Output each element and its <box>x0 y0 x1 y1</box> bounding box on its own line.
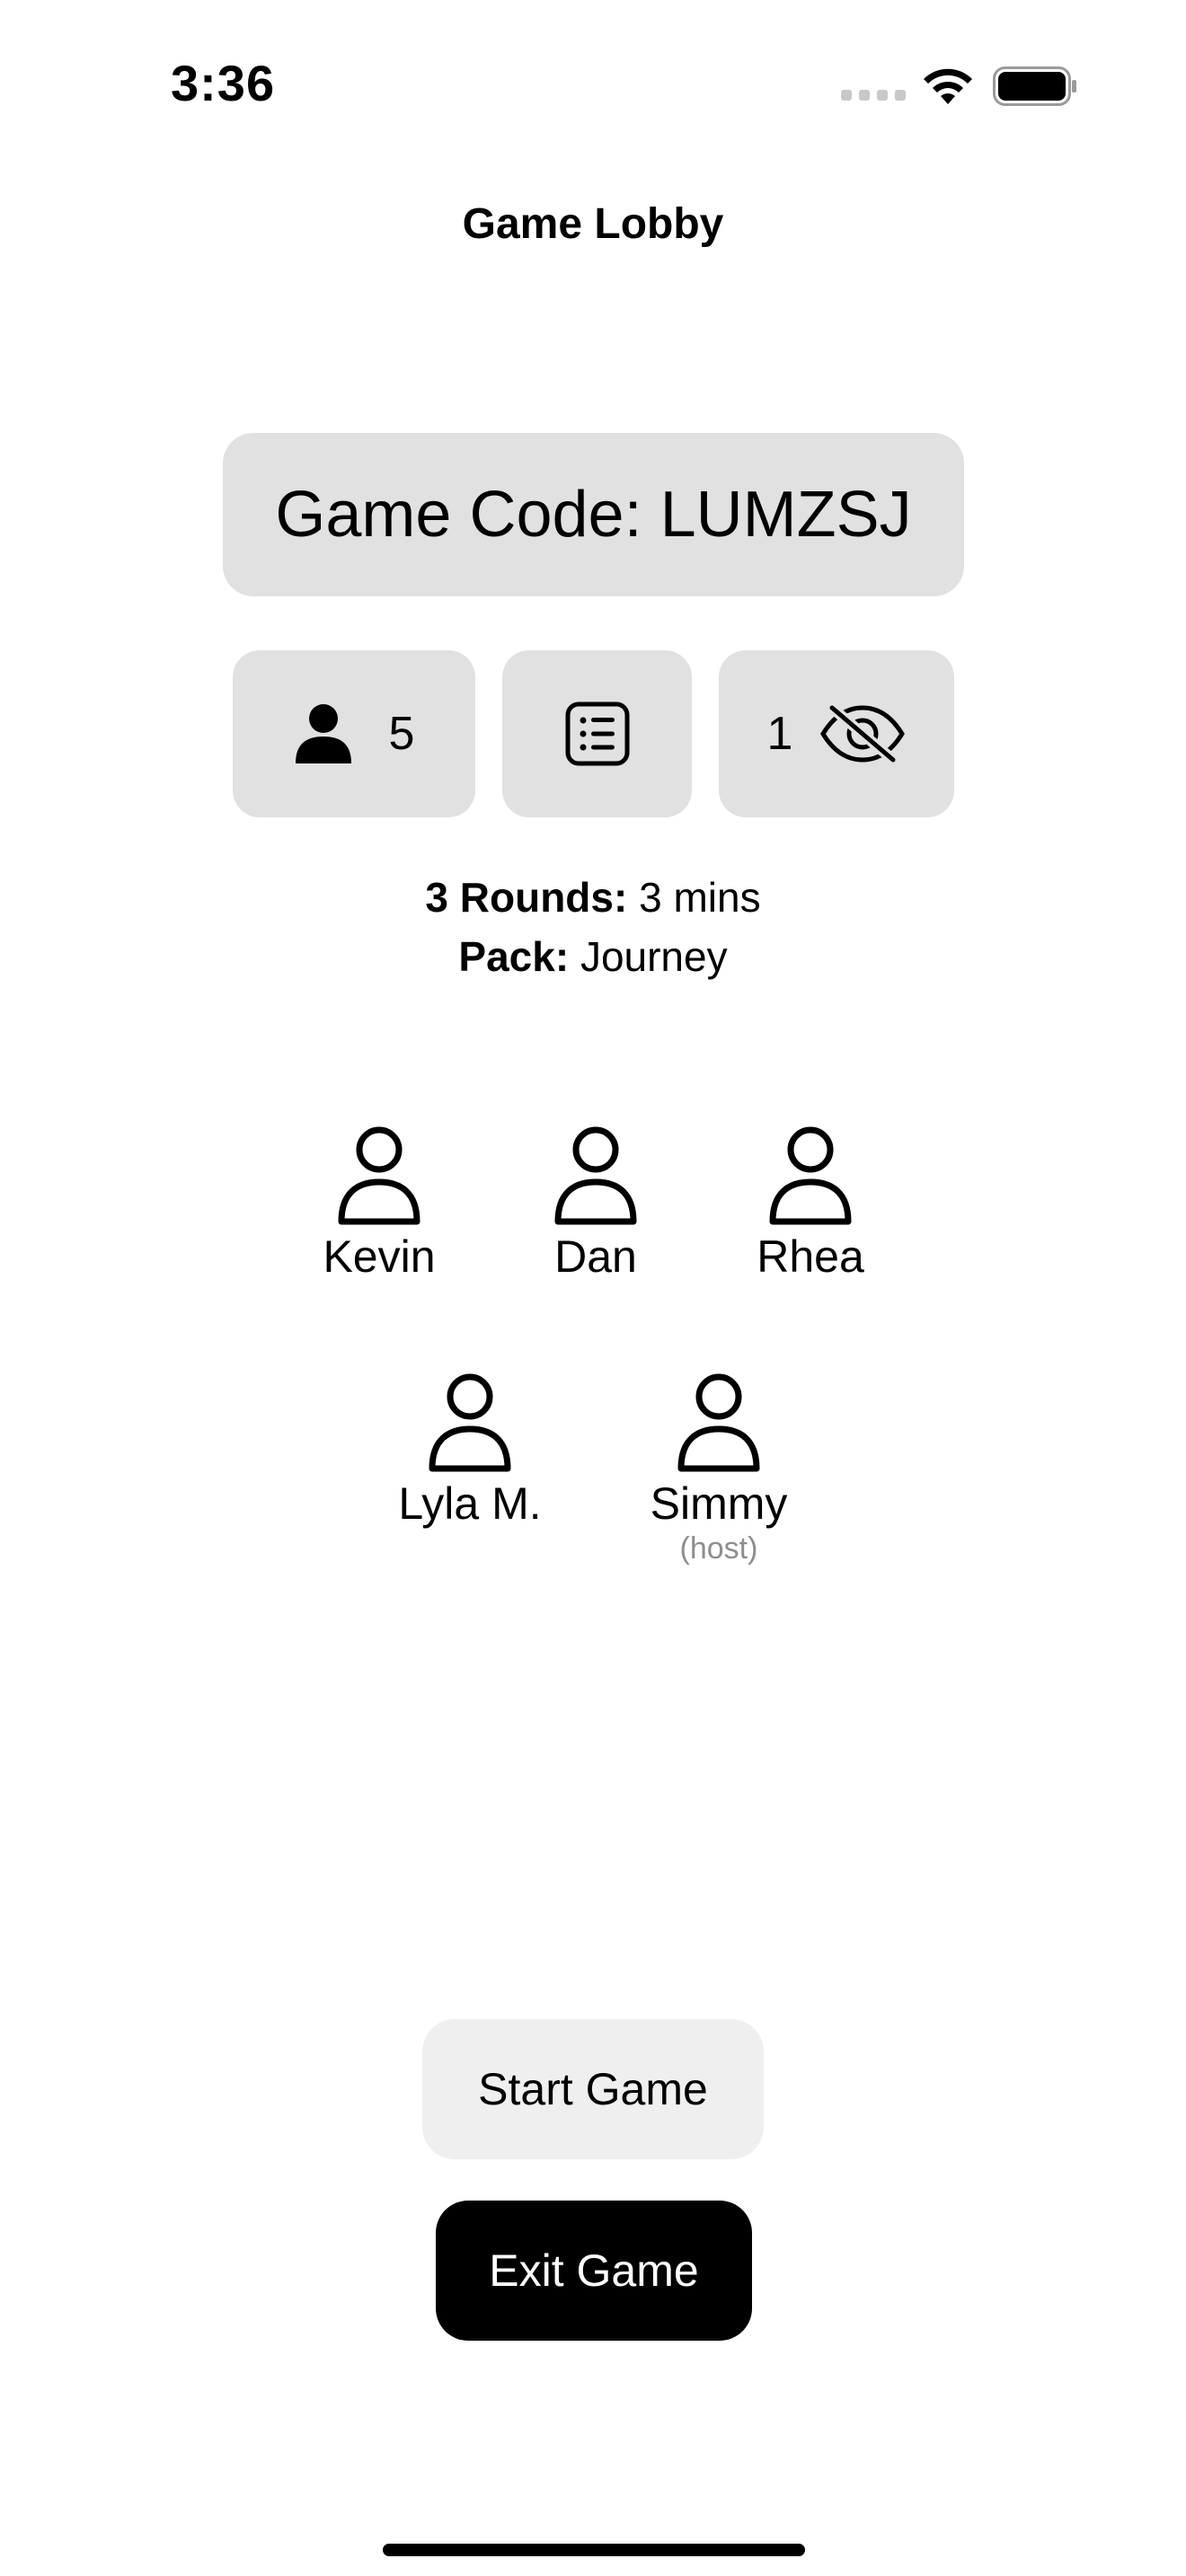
pack-label: Pack: <box>458 933 570 980</box>
rounds-label: 3 Rounds: <box>425 874 628 921</box>
player-name: Simmy <box>650 1478 788 1529</box>
host-badge: (host) <box>679 1531 758 1566</box>
battery-icon <box>993 66 1076 106</box>
person-outline-icon <box>429 1373 511 1472</box>
player-kevin: Kevin <box>271 1123 487 1283</box>
cellular-signal-icon <box>841 90 906 101</box>
pack-value: Journey <box>580 933 728 980</box>
person-icon <box>295 704 351 763</box>
pack-info: Pack: Journey <box>0 932 1186 981</box>
player-lyla: Lyla M. <box>362 1370 578 1530</box>
hidden-count-button[interactable]: 1 <box>719 650 954 817</box>
person-outline-icon <box>554 1126 637 1225</box>
rounds-value: 3 mins <box>639 874 761 921</box>
game-code-label: Game Code: LUMZSJ <box>275 479 912 551</box>
player-name: Lyla M. <box>398 1478 542 1529</box>
wifi-icon <box>924 68 972 104</box>
player-count: 5 <box>388 708 415 760</box>
status-time: 3:36 <box>171 55 276 111</box>
player-name: Dan <box>554 1231 637 1282</box>
player-name: Kevin <box>323 1231 436 1282</box>
player-dan: Dan <box>488 1123 704 1283</box>
person-outline-icon <box>769 1126 852 1225</box>
player-rhea: Rhea <box>703 1123 918 1283</box>
start-game-button[interactable]: Start Game <box>422 2019 764 2159</box>
person-outline-icon <box>677 1373 760 1472</box>
list-icon <box>565 701 629 766</box>
person-outline-icon <box>338 1126 420 1225</box>
hidden-count: 1 <box>766 708 793 760</box>
eye-slash-icon <box>820 704 906 763</box>
player-name: Rhea <box>757 1231 864 1282</box>
players-count-button[interactable]: 5 <box>233 650 475 817</box>
pack-list-button[interactable] <box>502 650 692 817</box>
exit-game-button[interactable]: Exit Game <box>436 2201 752 2341</box>
player-simmy: Simmy (host) <box>611 1370 827 1566</box>
home-indicator[interactable] <box>383 2544 805 2556</box>
page-title: Game Lobby <box>462 200 724 248</box>
rounds-info: 3 Rounds: 3 mins <box>0 873 1186 922</box>
game-code-box: Game Code: LUMZSJ <box>223 433 964 596</box>
